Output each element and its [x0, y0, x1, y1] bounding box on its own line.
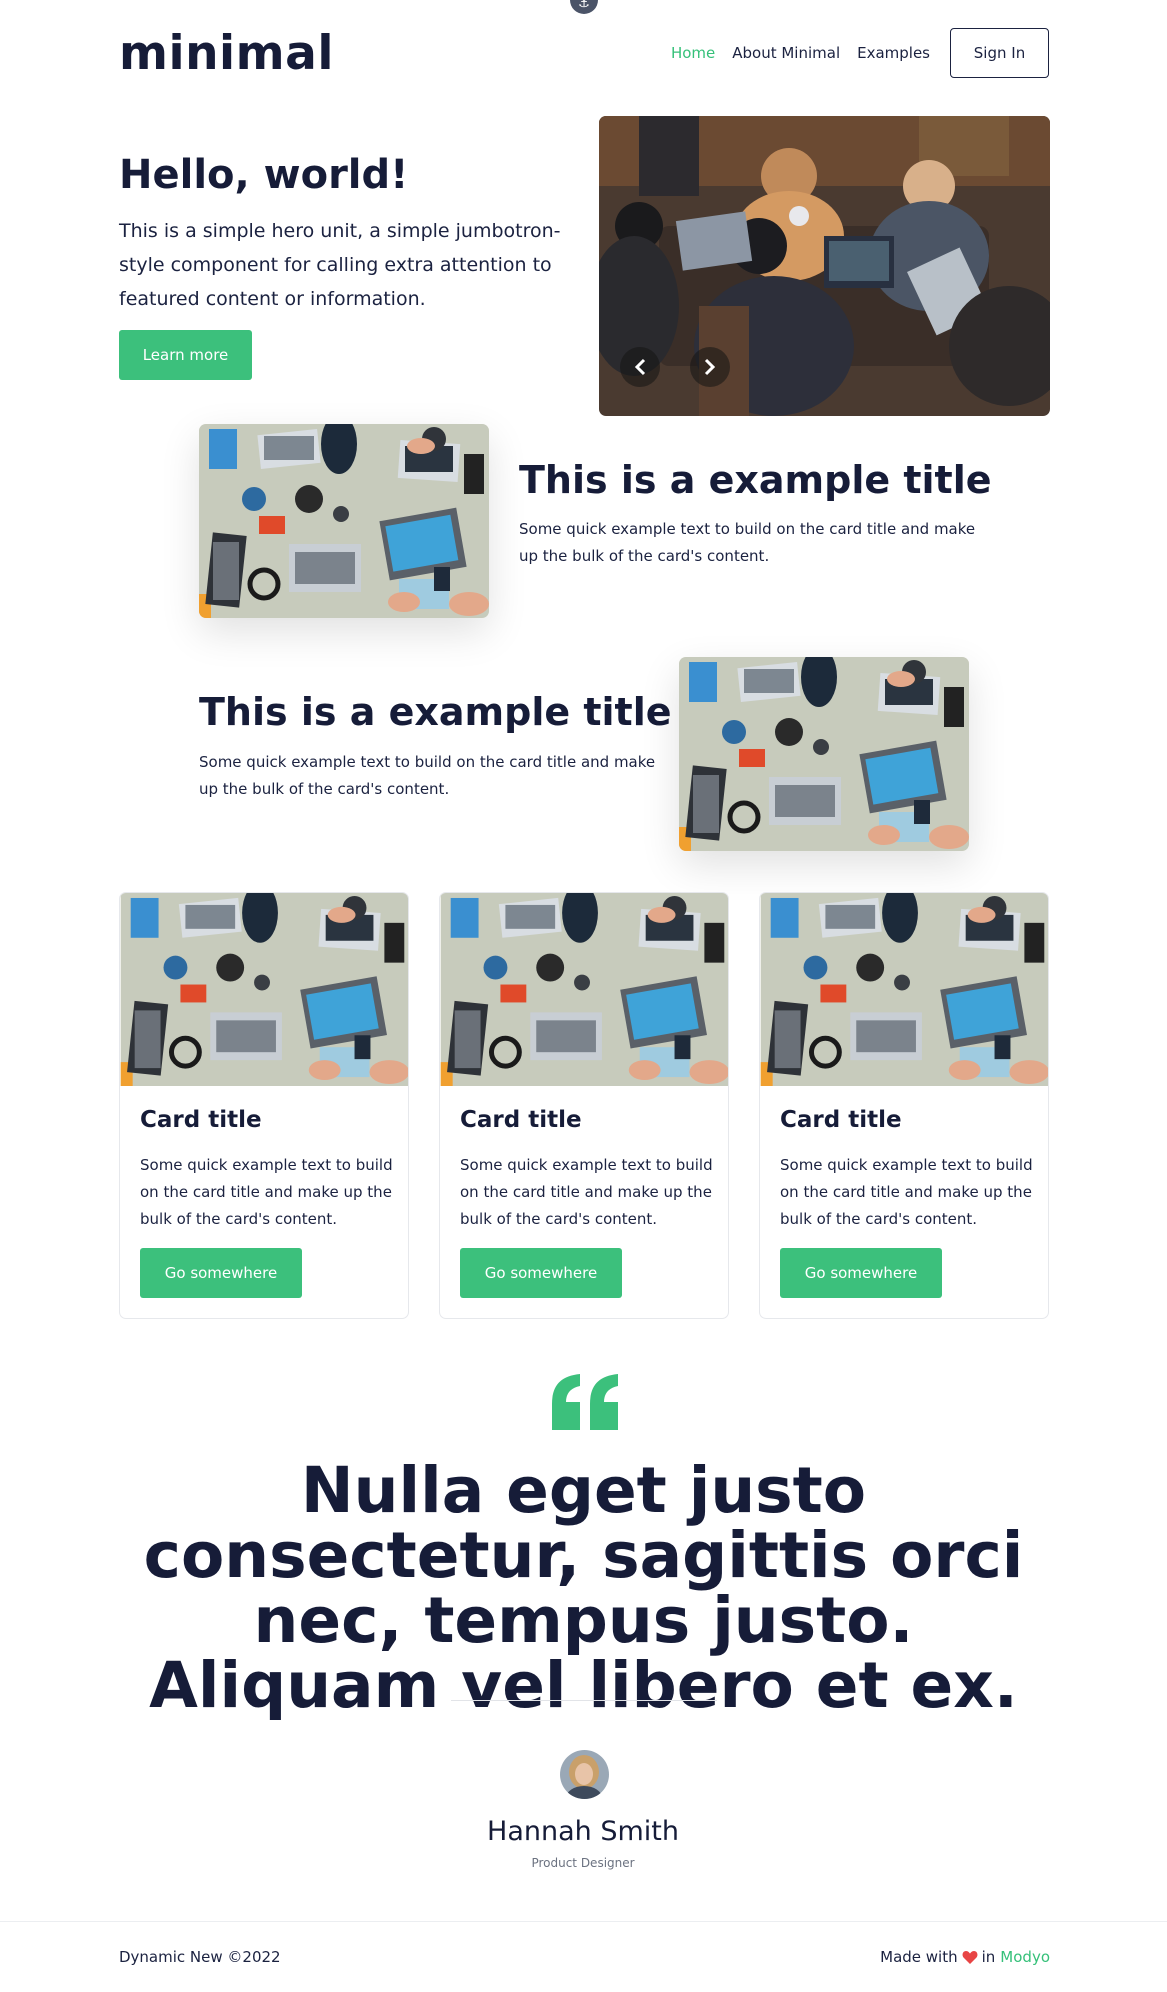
heart-icon: [962, 1950, 978, 1964]
in-text: in: [981, 1948, 996, 1966]
desk-photo: [679, 657, 969, 851]
quote-text: Nulla eget justo consectetur, sagittis o…: [143, 1454, 1024, 1722]
feature-text: Some quick example text to build on the …: [519, 520, 976, 565]
card-image: [440, 893, 728, 1086]
made-with-text: Made with: [880, 1948, 958, 1966]
card-text: Some quick example text to build on the …: [460, 1156, 713, 1228]
footer-divider: [0, 1921, 1167, 1922]
hero-text: This is a simple hero unit, a simple jum…: [119, 220, 561, 310]
hero-title: Hello, world!: [119, 152, 409, 198]
nav-about[interactable]: About Minimal: [732, 44, 840, 62]
card-title: Card title: [460, 1107, 582, 1133]
learn-more-button[interactable]: Learn more: [119, 330, 252, 380]
avatar: [560, 1750, 609, 1799]
go-somewhere-button[interactable]: Go somewhere: [780, 1248, 942, 1298]
card-image: [760, 893, 1048, 1086]
footer-copyright: Dynamic New ©2022: [119, 1948, 281, 1966]
chevron-right-icon: [704, 358, 716, 376]
card: Card title Some quick example text to bu…: [439, 892, 729, 1319]
feature-image: [199, 424, 489, 618]
quote-icon: [552, 1374, 618, 1430]
card-title: Card title: [140, 1107, 262, 1133]
anchor-icon[interactable]: ⚓: [570, 0, 598, 14]
card: Card title Some quick example text to bu…: [119, 892, 409, 1319]
card: Card title Some quick example text to bu…: [759, 892, 1049, 1319]
main-nav: Home About Minimal Examples Sign In: [654, 28, 1049, 78]
card-text: Some quick example text to build on the …: [780, 1156, 1033, 1228]
feature-title: This is a example title: [519, 458, 992, 502]
author-role: Product Designer: [531, 1856, 635, 1870]
site-header: minimal Home About Minimal Examples Sign…: [119, 26, 1049, 82]
nav-home[interactable]: Home: [671, 44, 715, 62]
carousel-next-button[interactable]: [690, 347, 730, 387]
author-name: Hannah Smith: [487, 1816, 679, 1847]
chevron-left-icon: [634, 358, 646, 376]
carousel-image: [599, 116, 1050, 416]
go-somewhere-button[interactable]: Go somewhere: [140, 1248, 302, 1298]
divider: [451, 1700, 717, 1701]
hero-carousel: [599, 116, 1050, 416]
card-text: Some quick example text to build on the …: [140, 1156, 393, 1228]
footer-credits: Made with in Modyo: [880, 1948, 1050, 1966]
sign-in-button[interactable]: Sign In: [950, 28, 1049, 78]
feature-text: Some quick example text to build on the …: [199, 753, 656, 798]
feature-title: This is a example title: [199, 690, 672, 734]
nav-examples[interactable]: Examples: [857, 44, 930, 62]
card-image: [120, 893, 408, 1086]
card-title: Card title: [780, 1107, 902, 1133]
feature-image: [679, 657, 969, 851]
carousel-prev-button[interactable]: [620, 347, 660, 387]
logo[interactable]: minimal: [119, 26, 334, 81]
desk-photo: [199, 424, 489, 618]
go-somewhere-button[interactable]: Go somewhere: [460, 1248, 622, 1298]
modyo-link[interactable]: Modyo: [1000, 1948, 1050, 1966]
